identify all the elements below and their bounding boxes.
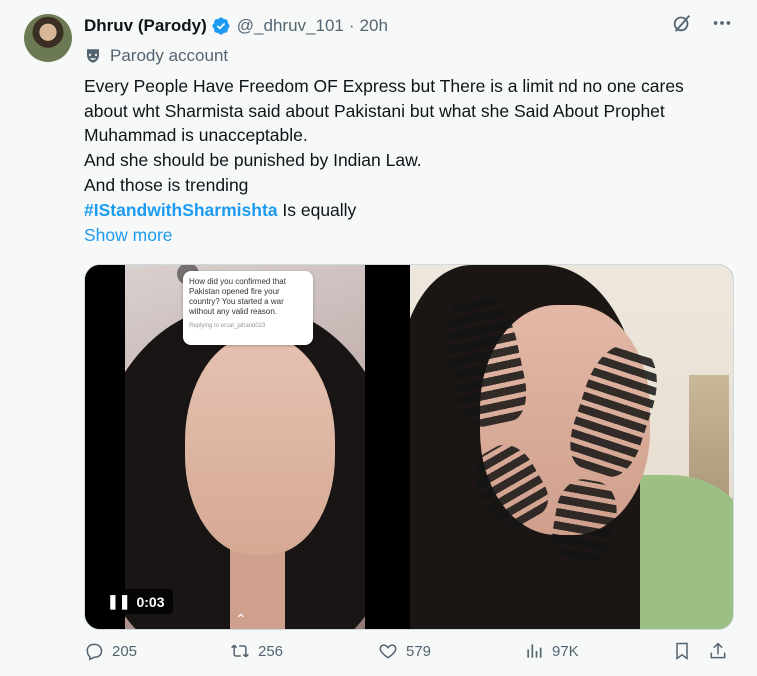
parody-label: Parody account bbox=[84, 44, 228, 68]
tweet[interactable]: Dhruv (Parody) @_dhruv_101 · 20h Parody … bbox=[0, 0, 757, 676]
tweet-text-line: And those is trending bbox=[84, 174, 249, 195]
tweet-header: Dhruv (Parody) @_dhruv_101 · 20h bbox=[84, 13, 388, 39]
repost-count: 256 bbox=[258, 642, 284, 660]
media-video[interactable]: ‹ How did you confirmed that Pakistan op… bbox=[85, 265, 407, 629]
video-frame[interactable]: ‹ How did you confirmed that Pakistan op… bbox=[125, 265, 365, 629]
author-name[interactable]: Dhruv (Parody) bbox=[84, 16, 207, 36]
media-grid[interactable]: ‹ How did you confirmed that Pakistan op… bbox=[84, 264, 734, 630]
tweet-text: Every People Have Freedom OF Express but… bbox=[84, 74, 744, 222]
question-text: How did you confirmed that Pakistan open… bbox=[189, 277, 286, 316]
tweet-text-line: about wht Sharmista said about Pakistani… bbox=[84, 100, 665, 121]
views-icon bbox=[527, 644, 542, 658]
avatar[interactable] bbox=[24, 14, 72, 62]
repost-button[interactable]: 256 bbox=[230, 641, 283, 661]
like-icon bbox=[379, 644, 397, 659]
pause-icon[interactable]: ❚❚ bbox=[107, 593, 130, 610]
video-duration: 0:03 bbox=[136, 593, 165, 610]
reply-icon bbox=[86, 643, 103, 661]
timestamp[interactable]: 20h bbox=[360, 16, 388, 36]
separator-dot: · bbox=[348, 16, 355, 35]
tweet-text-line-hashtag: #IStandwithSharmishta Is equally bbox=[84, 198, 744, 223]
author-handle[interactable]: @_dhruv_101 bbox=[237, 16, 344, 36]
media-image[interactable] bbox=[410, 265, 733, 629]
question-reply-to: Replying to ersat_jahand023 bbox=[189, 323, 266, 329]
tweet-text-line: Muhammad is unacceptable. bbox=[84, 125, 308, 146]
tweet-actions-bar: 205 256 579 97K bbox=[0, 641, 757, 671]
reply-button[interactable]: 205 bbox=[84, 641, 137, 661]
parody-label-text: Parody account bbox=[110, 46, 229, 65]
views-count: 97K bbox=[552, 642, 579, 660]
reply-count: 205 bbox=[112, 642, 138, 660]
tweet-text-line: And she should be punished by Indian Law… bbox=[84, 150, 422, 171]
question-sticker: How did you confirmed that Pakistan open… bbox=[183, 271, 313, 345]
tweet-text-line: Every People Have Freedom OF Express but… bbox=[84, 76, 684, 96]
tweet-top-actions bbox=[671, 12, 733, 34]
bookmark-button[interactable] bbox=[672, 641, 692, 661]
show-more-link[interactable]: Show more bbox=[84, 225, 173, 246]
share-button[interactable] bbox=[708, 641, 728, 661]
hashtag-link[interactable]: #IStandwithSharmishta bbox=[84, 200, 278, 220]
like-count: 579 bbox=[406, 642, 432, 660]
views-button[interactable]: 97K bbox=[524, 641, 579, 661]
bookmark-icon bbox=[676, 642, 688, 660]
video-duration-badge[interactable]: ❚❚ 0:03 bbox=[99, 589, 173, 614]
video-face-shape bbox=[185, 335, 335, 555]
verified-badge-icon[interactable] bbox=[211, 16, 231, 36]
like-button[interactable]: 579 bbox=[378, 641, 431, 661]
parody-mask-icon bbox=[87, 49, 99, 63]
hashtag-suffix: Is equally bbox=[277, 199, 357, 220]
chevron-up-icon[interactable]: ⌃ bbox=[235, 611, 247, 628]
more-icon[interactable] bbox=[711, 12, 733, 34]
repost-icon bbox=[231, 644, 249, 658]
grok-icon[interactable] bbox=[671, 12, 693, 34]
share-icon bbox=[710, 642, 726, 659]
